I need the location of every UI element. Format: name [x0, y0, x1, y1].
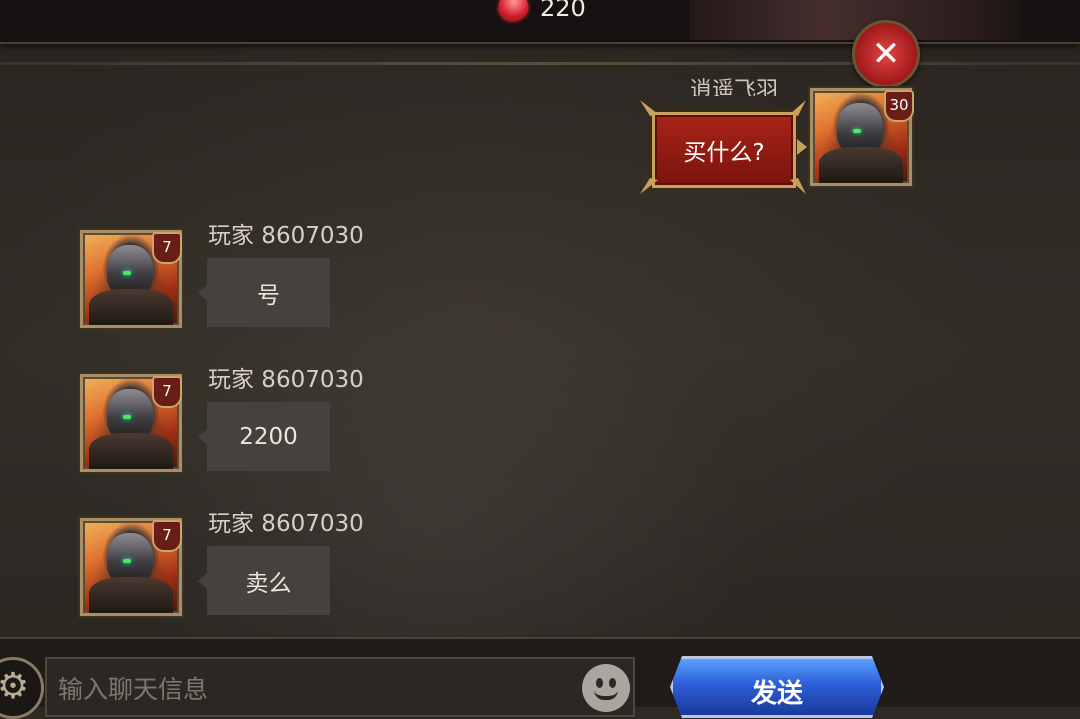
avatar-eye	[853, 129, 861, 133]
player-name: 玩家 8607030	[208, 223, 364, 249]
chat-input-placeholder: 输入聊天信息	[58, 675, 209, 704]
player-name: 玩家 8607030	[208, 367, 364, 393]
close-icon: ✕	[871, 34, 901, 74]
avatar-helmet	[107, 533, 153, 583]
avatar-body	[89, 577, 173, 613]
emoji-eye	[609, 678, 616, 688]
send-button[interactable]: 发送	[670, 656, 884, 718]
message-bubble: 2200	[198, 402, 330, 471]
bubble-ornament	[640, 100, 806, 194]
message-text: 卖么	[245, 570, 292, 597]
avatar-body	[89, 289, 173, 325]
self-sender-name: 逍遥飞羽	[690, 78, 779, 96]
close-button[interactable]: ✕	[852, 20, 920, 88]
emoji-mouth	[594, 690, 618, 700]
gem-count: 220	[540, 0, 586, 22]
top-bar-decoration	[690, 0, 1020, 40]
self-level-badge: 30	[884, 90, 914, 122]
message-bubble: 卖么	[198, 546, 330, 615]
send-button-label: 发送	[750, 678, 803, 709]
avatar-helmet	[837, 103, 883, 153]
avatar-eye	[123, 559, 131, 563]
avatar-helmet	[107, 389, 153, 439]
emoji-icon	[596, 678, 603, 688]
avatar-body	[819, 147, 903, 183]
message-text: 2200	[239, 423, 298, 450]
player-level-badge: 7	[152, 232, 182, 264]
player-level-badge: 7	[152, 376, 182, 408]
avatar-eye	[123, 271, 131, 275]
avatar-helmet	[107, 245, 153, 295]
player-name: 玩家 8607030	[208, 511, 364, 537]
player-level-badge: 7	[152, 520, 182, 552]
message-text: 号	[257, 282, 280, 309]
gear-icon: ⚙	[0, 666, 30, 707]
message-bubble: 号	[198, 258, 330, 327]
avatar-eye	[123, 415, 131, 419]
avatar-body	[89, 433, 173, 469]
